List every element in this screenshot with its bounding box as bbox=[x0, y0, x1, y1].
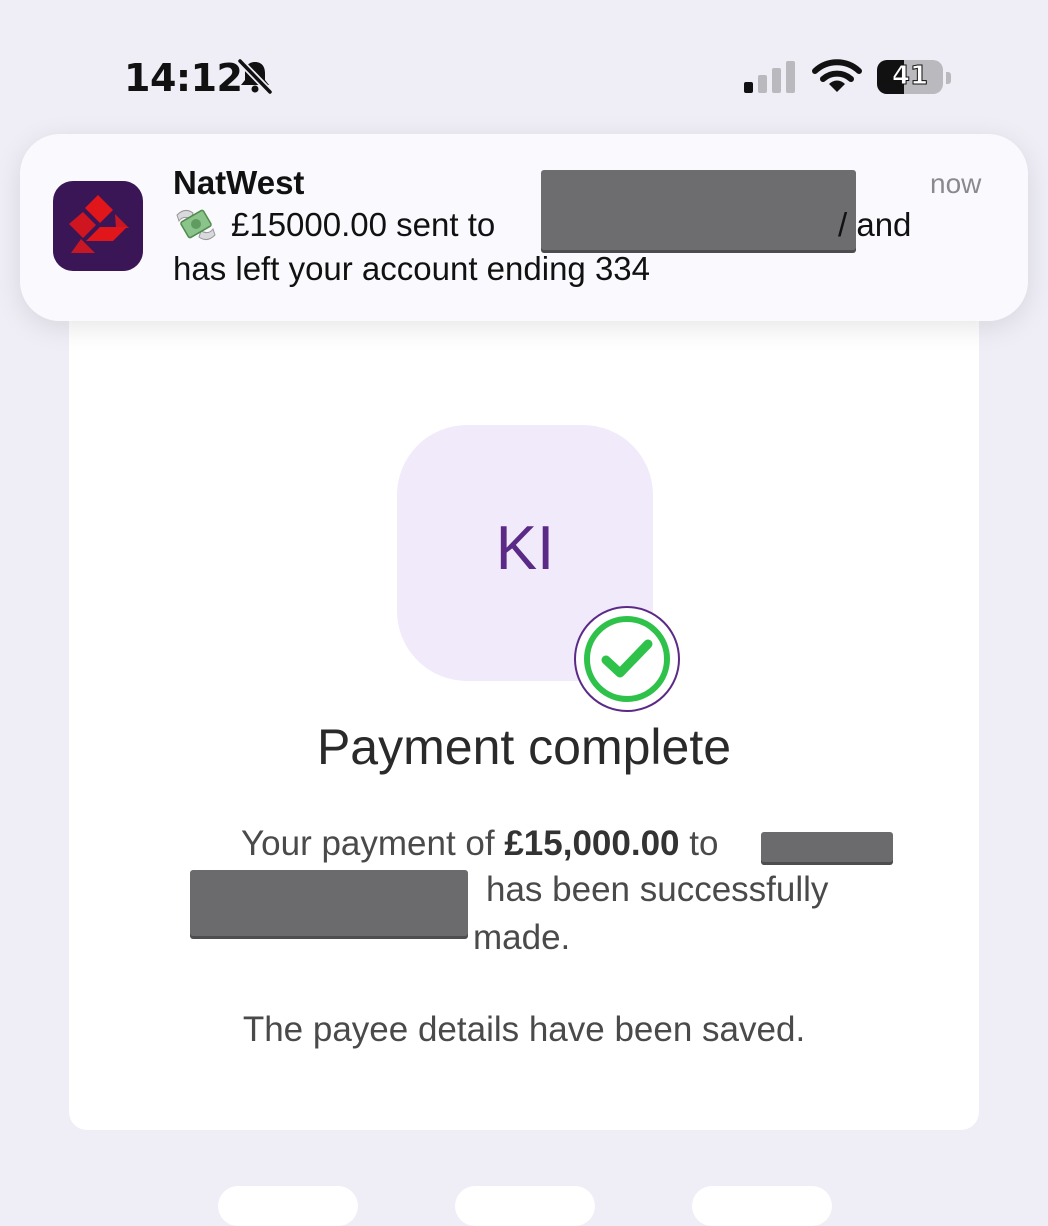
bottom-action-button-1[interactable] bbox=[218, 1186, 358, 1226]
natwest-logo-icon bbox=[53, 181, 143, 271]
redacted-payee-name-2 bbox=[190, 870, 468, 936]
saved-note: The payee details have been saved. bbox=[242, 1010, 806, 1049]
money-with-wings-icon bbox=[173, 205, 219, 250]
payment-amount: £15,000.00 bbox=[504, 824, 680, 863]
bell-slash-icon bbox=[236, 58, 274, 99]
wifi-icon bbox=[812, 58, 862, 99]
battery-tip bbox=[946, 72, 951, 84]
redacted-payee-name bbox=[761, 832, 893, 862]
status-time: 14:12 bbox=[124, 56, 243, 100]
redacted-recipient bbox=[541, 170, 856, 250]
battery-level: 41 bbox=[891, 61, 929, 92]
avatar-initials: KI bbox=[495, 514, 555, 583]
message-line-1: Your payment of £15,000.00 to bbox=[241, 824, 718, 864]
notification-line-2: has left your account ending 334 bbox=[173, 250, 651, 287]
message-line-2: has been successfully bbox=[486, 870, 829, 909]
notification-line-1: £15000.00 sent to bbox=[231, 206, 496, 243]
bottom-action-button-2[interactable] bbox=[455, 1186, 595, 1226]
battery-icon: 41 bbox=[877, 60, 943, 94]
notification-line-1-end: / and bbox=[838, 206, 912, 243]
notification-time: now bbox=[930, 168, 982, 199]
message-line-3: made. bbox=[473, 918, 571, 957]
bottom-action-button-3[interactable] bbox=[692, 1186, 832, 1226]
payment-title: Payment complete bbox=[316, 719, 732, 775]
payment-card bbox=[69, 250, 979, 1130]
message-to: to bbox=[689, 824, 719, 863]
message-prefix: Your payment of bbox=[241, 824, 495, 863]
notification-app-name: NatWest bbox=[173, 164, 305, 201]
check-circle-icon bbox=[572, 604, 682, 714]
cellular-signal-icon bbox=[742, 60, 798, 99]
